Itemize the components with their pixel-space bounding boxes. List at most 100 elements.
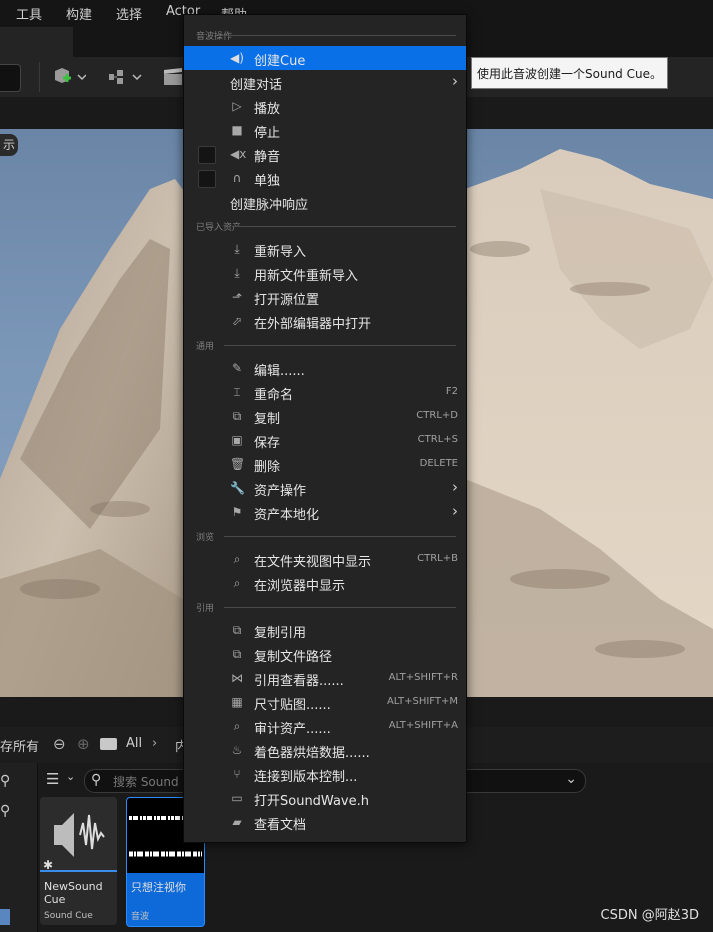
cinematics-button[interactable]	[162, 66, 184, 88]
mode-dropdown[interactable]	[0, 64, 21, 92]
menu-item-view-docs[interactable]: ▰ 查看文档	[184, 810, 466, 834]
menu-item-size-map[interactable]: ▦ 尺寸贴图...... ALT+SHIFT+M	[184, 690, 466, 714]
chevron-right-icon: ›	[452, 502, 458, 520]
menu-item-delete[interactable]: 🗑 删除 DELETE	[184, 452, 466, 476]
stop-icon: ■	[231, 123, 243, 137]
menu-item-label: 资产操作	[254, 484, 307, 499]
search-icon-2[interactable]: ⚲	[0, 803, 10, 819]
menu-item-label: 重新导入	[254, 245, 307, 260]
rename-icon: ⌶	[233, 385, 241, 399]
section-divider	[224, 345, 456, 346]
menu-item-label: 重命名	[254, 388, 294, 403]
menu-item-audit-assets[interactable]: ⌕ 审计资产...... ALT+SHIFT+A	[184, 714, 466, 738]
menu-item-connect-source-control[interactable]: ⑂ 连接到版本控制...	[184, 762, 466, 786]
add-actor-button[interactable]	[52, 66, 87, 88]
menu-item-stop[interactable]: ■ 停止	[184, 118, 466, 142]
menu-tools[interactable]: 工具	[16, 4, 42, 23]
back-icon[interactable]: ⊖	[53, 735, 66, 753]
level-tab[interactable]	[0, 27, 73, 57]
menu-item-create-impulse[interactable]: 创建脉冲响应	[184, 190, 466, 214]
menu-item-label: 播放	[254, 102, 281, 117]
graph-icon: ⋈	[231, 671, 243, 685]
viewport-overlay-label[interactable]: 示	[0, 134, 18, 156]
tooltip: 使用此音波创建一个Sound Cue。	[471, 57, 668, 89]
menu-item-edit[interactable]: ✎ 编辑......	[184, 356, 466, 380]
section-browse: 浏览	[196, 533, 215, 543]
shortcut-label: ALT+SHIFT+A	[388, 720, 458, 731]
menu-item-label: 静音	[254, 150, 281, 165]
menu-item-label: 在文件夹视图中显示	[254, 555, 372, 570]
copy-icon: ⧉	[232, 623, 242, 637]
menu-item-show-in-folder[interactable]: ⌕ 在文件夹视图中显示 CTRL+B	[184, 547, 466, 571]
menu-item-asset-actions[interactable]: 🔧 资产操作 ›	[184, 476, 466, 500]
menu-item-label: 在外部编辑器中打开	[254, 317, 372, 332]
size-map-icon: ▦	[231, 695, 243, 709]
menu-item-label: 编辑......	[254, 364, 305, 379]
chevron-down-icon[interactable]: ⌄	[565, 771, 577, 787]
flag-icon: ⚑	[231, 505, 243, 519]
solo-checkbox[interactable]	[198, 170, 216, 188]
search-icon[interactable]: ⚲	[0, 773, 10, 789]
menu-item-rename[interactable]: ⌶ 重命名 F2	[184, 380, 466, 404]
menu-build[interactable]: 构建	[66, 4, 92, 23]
filter-dropdown-icon[interactable]: ⌄	[66, 770, 75, 783]
menu-item-label: 单独	[254, 174, 281, 189]
menu-select[interactable]: 选择	[116, 4, 142, 23]
menu-item-label: 创建Cue	[254, 54, 306, 69]
menu-item-label: 引用查看器......	[254, 674, 344, 689]
menu-item-label: 资产本地化	[254, 508, 320, 523]
menu-item-save[interactable]: ▣ 保存 CTRL+S	[184, 428, 466, 452]
blueprint-button[interactable]	[107, 66, 143, 88]
chevron-right-icon: ›	[452, 72, 458, 90]
mute-checkbox[interactable]	[198, 146, 216, 164]
menu-item-copy-reference[interactable]: ⧉ 复制引用	[184, 618, 466, 642]
menu-item-asset-localization[interactable]: ⚑ 资产本地化 ›	[184, 500, 466, 524]
section-divider	[232, 226, 456, 227]
menu-item-reimport[interactable]: ⤓ 重新导入	[184, 237, 466, 261]
menu-item-create-cue[interactable]: ◀) 创建Cue	[184, 46, 466, 70]
menu-item-play[interactable]: ▷ 播放	[184, 94, 466, 118]
section-common: 通用	[196, 342, 215, 352]
trash-icon: 🗑	[230, 457, 246, 471]
menu-item-open-external-editor[interactable]: ⬀ 在外部编辑器中打开	[184, 309, 466, 333]
shortcut-label: F2	[445, 386, 458, 397]
selected-folder-marker	[0, 909, 10, 925]
section-divider	[224, 35, 456, 36]
folder-icon	[100, 738, 117, 750]
asset-tile-soundcue[interactable]: ✱ NewSound Cue Sound Cue	[40, 797, 117, 925]
save-icon: ▣	[231, 433, 243, 447]
menu-item-label: 尺寸贴图......	[254, 698, 331, 713]
shortcut-label: CTRL+B	[417, 553, 458, 564]
asset-name: 只想注视你	[131, 881, 186, 894]
menu-item-create-dialogue[interactable]: 创建对话 ›	[184, 70, 466, 94]
menu-item-reference-viewer[interactable]: ⋈ 引用查看器...... ALT+SHIFT+R	[184, 666, 466, 690]
menu-item-copy-file-path[interactable]: ⧉ 复制文件路径	[184, 642, 466, 666]
wrench-icon: 🔧	[230, 481, 245, 495]
mute-icon: ◀x	[230, 147, 247, 161]
breadcrumb-all[interactable]: All	[126, 736, 142, 751]
menu-item-shader-cook-stats[interactable]: ♨ 着色器烘焙数据......	[184, 738, 466, 762]
forward-icon[interactable]: ⊕	[77, 735, 90, 753]
chevron-right-icon: ›	[452, 478, 458, 496]
menu-item-label: 连接到版本控制...	[254, 770, 358, 785]
menu-item-open-source-location[interactable]: ⬏ 打开源位置	[184, 285, 466, 309]
filter-icon[interactable]: ☰	[46, 770, 59, 788]
menu-item-label: 在浏览器中显示	[254, 579, 346, 594]
menu-item-reimport-new-file[interactable]: ⤓ 用新文件重新导入	[184, 261, 466, 285]
save-all-button[interactable]: 存所有	[0, 736, 39, 755]
menu-item-solo[interactable]: ∩ 单独	[184, 166, 466, 190]
menu-item-label: 用新文件重新导入	[254, 269, 359, 284]
menu-item-duplicate[interactable]: ⧉ 复制 CTRL+D	[184, 404, 466, 428]
menu-item-show-in-browser[interactable]: ⌕ 在浏览器中显示	[184, 571, 466, 595]
shader-icon: ♨	[231, 743, 243, 757]
add-cube-icon	[55, 68, 87, 83]
menu-item-open-header[interactable]: ▭ 打开SoundWave.h	[184, 786, 466, 810]
asset-type: 音波	[131, 912, 150, 922]
menu-item-label: 复制引用	[254, 626, 307, 641]
search-placeholder: 搜索 Sound	[113, 775, 179, 789]
menu-item-mute[interactable]: ◀x 静音	[184, 142, 466, 166]
blueprint-icon	[109, 70, 142, 84]
book-icon: ▰	[232, 815, 242, 829]
sound-cue-thumbnail-icon: ✱	[40, 797, 117, 872]
section-divider	[224, 607, 456, 608]
